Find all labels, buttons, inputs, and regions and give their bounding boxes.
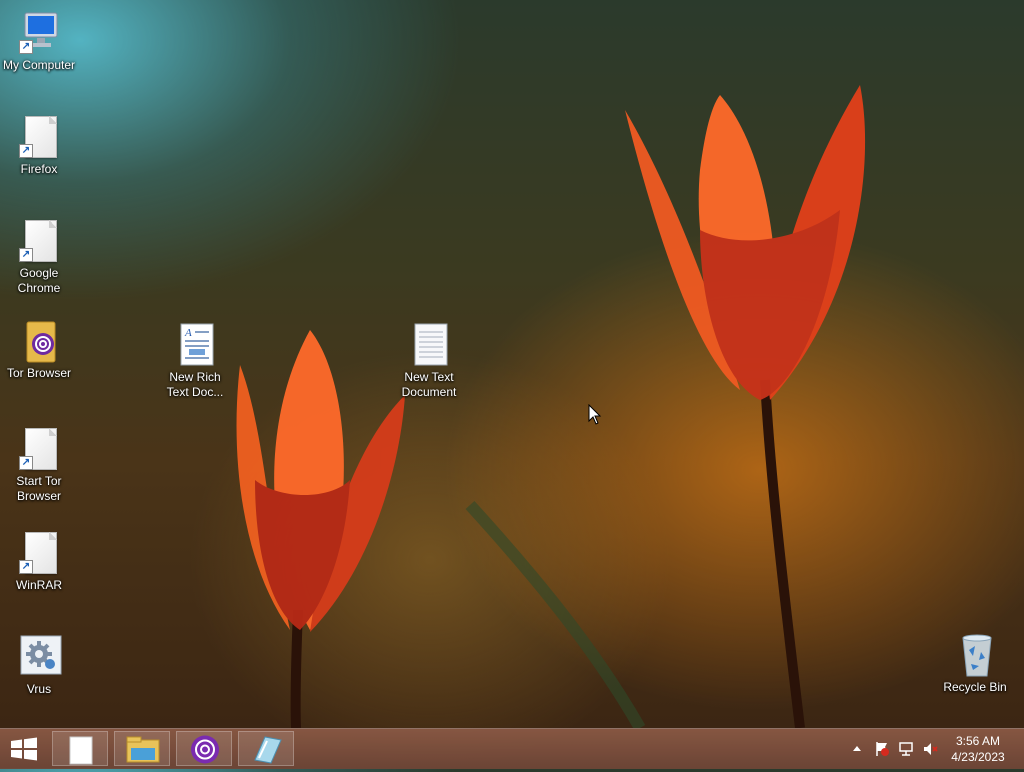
desktop-icon-label: Firefox (20, 162, 58, 176)
system-tray (850, 729, 940, 769)
desktop-icon-vrus[interactable]: Vrus (1, 634, 77, 697)
desktop-icon-tor-browser[interactable]: Tor Browser (1, 318, 77, 381)
shortcut-arrow-icon: ↗ (19, 248, 33, 262)
taskbar-clock[interactable]: 3:56 AM 4/23/2023 (942, 733, 1014, 765)
recycle-bin-icon (955, 632, 995, 677)
clock-date: 4/23/2023 (951, 750, 1005, 764)
file-explorer-icon (126, 736, 160, 763)
computer-icon: ↗ (19, 10, 59, 54)
blank-document-icon (69, 736, 93, 765)
rich-text-document-icon: A (175, 322, 215, 366)
clock-time: 3:56 AM (955, 734, 1001, 748)
settings-app-icon (19, 634, 62, 678)
desktop-icon-my-computer[interactable]: ↗ My Computer (1, 10, 77, 73)
taskbar-file-explorer-button[interactable] (114, 731, 170, 766)
taskbar-tor-browser-button[interactable] (176, 731, 232, 766)
desktop-icon-label: New Rich Text Doc... (166, 370, 224, 399)
desktop-icon-label: Vrus (26, 682, 52, 696)
desktop-icon-winrar[interactable]: ↗ WinRAR (1, 530, 77, 593)
shortcut-arrow-icon: ↗ (19, 144, 33, 158)
desktop-icon-label: Tor Browser (6, 366, 71, 380)
taskbar-blank-document-button[interactable] (52, 731, 108, 766)
desktop-icon-google-chrome[interactable]: ↗ Google Chrome (1, 218, 77, 296)
shortcut-arrow-icon: ↗ (19, 40, 33, 54)
desktop-wallpaper (236, 85, 866, 728)
desktop-icon-new-rich-text[interactable]: A New Rich Text Doc... (157, 322, 233, 400)
notepad-app-icon (254, 736, 282, 764)
windows-logo-icon (11, 737, 37, 761)
desktop-icon-label: Google Chrome (17, 266, 61, 295)
shortcut-arrow-icon: ↗ (19, 560, 33, 574)
desktop-icon-start-tor-browser[interactable]: ↗ Start Tor Browser (1, 426, 77, 504)
tor-folder-icon (19, 318, 59, 363)
text-document-icon (409, 322, 449, 366)
desktop-icon-label: WinRAR (15, 578, 62, 592)
chevron-up-icon[interactable] (852, 744, 862, 752)
desktop-icon-recycle-bin[interactable]: Recycle Bin (937, 632, 1013, 695)
file-shortcut-icon: ↗ (19, 530, 59, 574)
file-shortcut-icon: ↗ (19, 218, 59, 262)
taskbar-notepad-button[interactable] (238, 731, 294, 766)
network-icon[interactable] (898, 741, 914, 757)
desktop-icon-new-text-document[interactable]: New Text Document (391, 322, 467, 400)
file-shortcut-icon: ↗ (19, 426, 59, 470)
action-center-flag-icon[interactable] (874, 741, 890, 757)
desktop-icon-label: Recycle Bin (943, 680, 1007, 694)
desktop-icon-label: My Computer (2, 58, 76, 72)
tor-browser-icon (191, 735, 219, 764)
shortcut-arrow-icon: ↗ (19, 456, 33, 470)
desktop-icon-label: Start Tor Browser (16, 474, 62, 503)
taskbar: 3:56 AM 4/23/2023 (0, 728, 1024, 769)
svg-text:A: A (184, 327, 192, 339)
desktop-icon-label: New Text Document (401, 370, 457, 399)
mouse-cursor-icon (588, 404, 602, 425)
speaker-muted-icon[interactable] (922, 741, 938, 757)
start-button[interactable] (6, 735, 42, 763)
file-shortcut-icon: ↗ (19, 114, 59, 158)
desktop-icon-firefox[interactable]: ↗ Firefox (1, 114, 77, 177)
